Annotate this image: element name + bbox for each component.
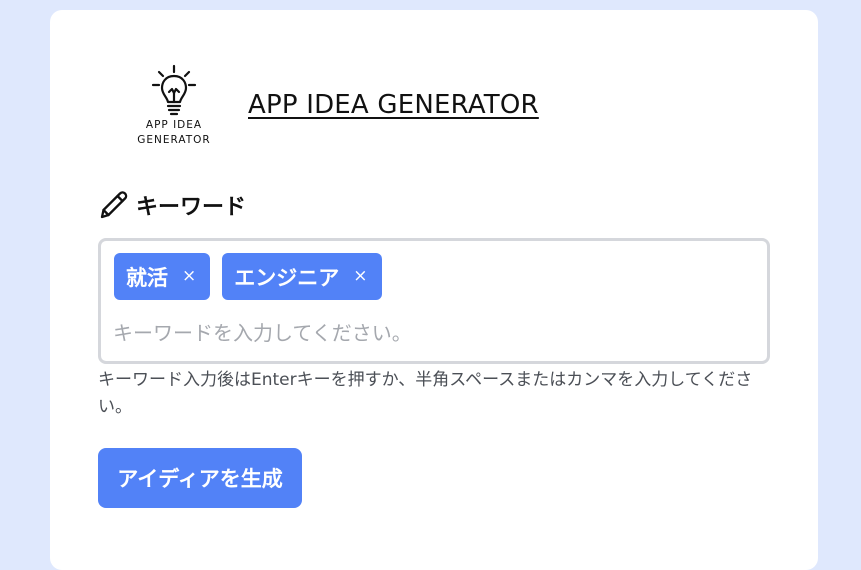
keyword-help-text: キーワード入力後はEnterキーを押すか、半角スペースまたはカンマを入力してくだ…	[98, 370, 753, 417]
logo-text: APP IDEA GENERATOR	[130, 118, 218, 148]
chip-remove-button[interactable]: ×	[353, 268, 367, 285]
keyword-chip: エンジニア ×	[222, 253, 382, 300]
keyword-heading: キーワード	[98, 188, 246, 222]
keyword-chip-list: 就活 × エンジニア ×	[114, 253, 394, 300]
logo-text-line1: APP IDEA	[145, 119, 203, 131]
app-title-link[interactable]: APP IDEA GENERATOR	[248, 90, 539, 120]
pencil-icon	[100, 191, 128, 219]
lightbulb-icon	[151, 64, 197, 116]
keyword-chip-label: 就活	[126, 265, 168, 290]
keyword-chip: 就活 ×	[114, 253, 211, 300]
keyword-chip-label: エンジニア	[234, 265, 340, 290]
keyword-input[interactable]	[111, 315, 755, 351]
app-logo: APP IDEA GENERATOR	[130, 64, 218, 164]
main-card: APP IDEA GENERATOR APP IDEA GENERATOR キー…	[50, 10, 818, 570]
keyword-heading-label: キーワード	[136, 195, 247, 220]
chip-remove-button[interactable]: ×	[182, 268, 196, 285]
generate-idea-button[interactable]: アイディアを生成	[98, 448, 302, 508]
keyword-tag-input[interactable]: 就活 × エンジニア ×	[98, 238, 770, 364]
logo-text-line2: GENERATOR	[137, 134, 211, 146]
